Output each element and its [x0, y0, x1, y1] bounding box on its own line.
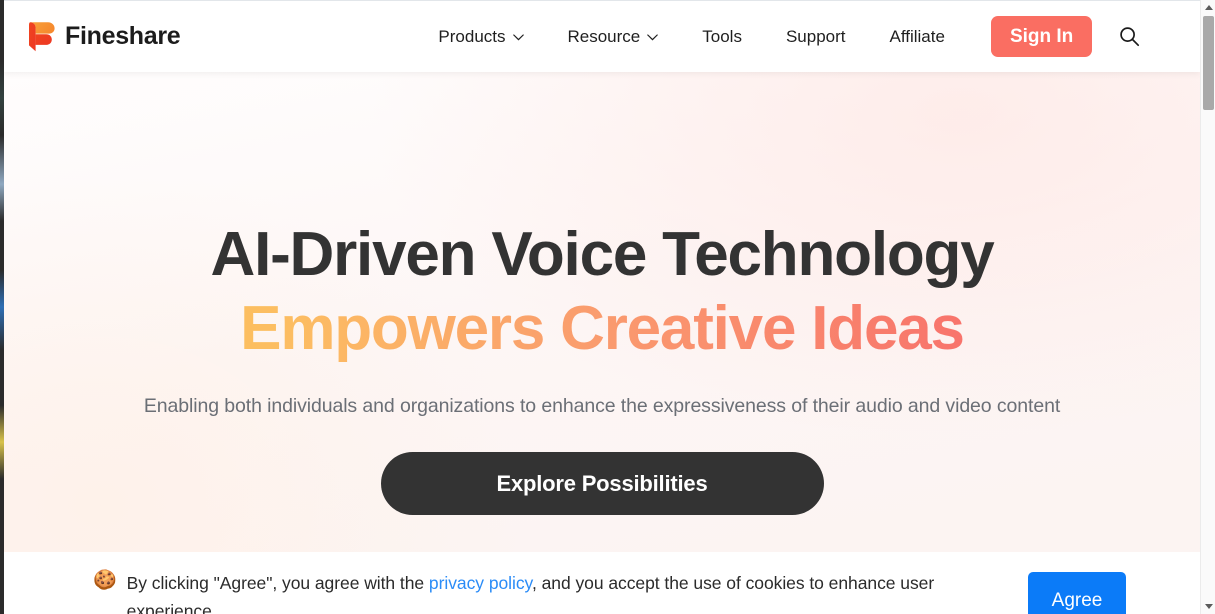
nav-label-tools: Tools — [702, 26, 742, 46]
logo-bottom-shape — [35, 34, 52, 45]
search-icon — [1120, 27, 1139, 47]
nav-item-support[interactable]: Support — [786, 19, 846, 55]
nav-label-affiliate: Affiliate — [889, 26, 945, 46]
scrollbar-thumb[interactable] — [1203, 16, 1214, 110]
nav-item-products[interactable]: Products — [438, 19, 524, 55]
chevron-down-icon — [647, 34, 659, 41]
hero-section: AI-Driven Voice Technology Empowers Crea… — [4, 72, 1200, 614]
fineshare-logo-icon — [29, 22, 55, 52]
agree-button[interactable]: Agree — [1028, 572, 1126, 614]
site-header: Fineshare Products Resource Tools Suppor… — [4, 1, 1200, 72]
brand-name: Fineshare — [65, 22, 181, 50]
cookie-consent-text: By clicking "Agree", you agree with the … — [127, 569, 973, 614]
nav-label-support: Support — [785, 26, 846, 46]
headline-line-2-gradient: Empowers Creative Ideas — [4, 292, 1200, 366]
scroll-up-arrow-icon[interactable] — [1201, 0, 1215, 15]
logo-stem-shape — [29, 22, 36, 52]
cookie-text-before-link: By clicking "Agree", you agree with the — [126, 573, 429, 593]
chevron-down-icon — [512, 34, 524, 41]
brand-logo-link[interactable]: Fineshare — [26, 20, 181, 53]
scroll-down-triangle — [1204, 604, 1213, 609]
cookie-icon: 🍪 — [93, 570, 117, 591]
browser-viewport: Fineshare Products Resource Tools Suppor… — [0, 0, 1215, 614]
scroll-up-triangle — [1204, 5, 1213, 10]
hero-subheadline: Enabling both individuals and organizati… — [143, 395, 1061, 417]
page-scrollbar[interactable] — [1200, 0, 1215, 614]
sign-in-button[interactable]: Sign In — [990, 16, 1093, 57]
privacy-policy-link[interactable]: privacy policy — [429, 573, 532, 593]
window-left-edge-strip — [0, 0, 4, 614]
search-button[interactable] — [1116, 24, 1142, 50]
hero-cta-wrapper: Explore Possibilities — [4, 452, 1200, 515]
main-navigation: Products Resource Tools Support Affiliat… — [438, 16, 1142, 57]
nav-item-affiliate[interactable]: Affiliate — [890, 19, 945, 55]
explore-possibilities-button[interactable]: Explore Possibilities — [380, 452, 824, 515]
headline-line-1: AI-Driven Voice Technology — [210, 220, 995, 289]
page-title: AI-Driven Voice Technology Empowers Crea… — [4, 218, 1200, 366]
nav-label-resource: Resource — [567, 26, 641, 46]
hero-content: AI-Driven Voice Technology Empowers Crea… — [4, 72, 1200, 515]
web-page: Fineshare Products Resource Tools Suppor… — [4, 0, 1200, 614]
page-top-divider — [4, 0, 1200, 1]
nav-item-tools[interactable]: Tools — [702, 19, 742, 55]
nav-item-resource[interactable]: Resource — [568, 19, 659, 55]
nav-label-products: Products — [438, 26, 506, 46]
cookie-consent-banner: 🍪 By clicking "Agree", you agree with th… — [4, 552, 1200, 614]
cookie-text-wrapper: 🍪 By clicking "Agree", you agree with th… — [93, 569, 973, 614]
scroll-down-arrow-icon[interactable] — [1201, 599, 1215, 614]
